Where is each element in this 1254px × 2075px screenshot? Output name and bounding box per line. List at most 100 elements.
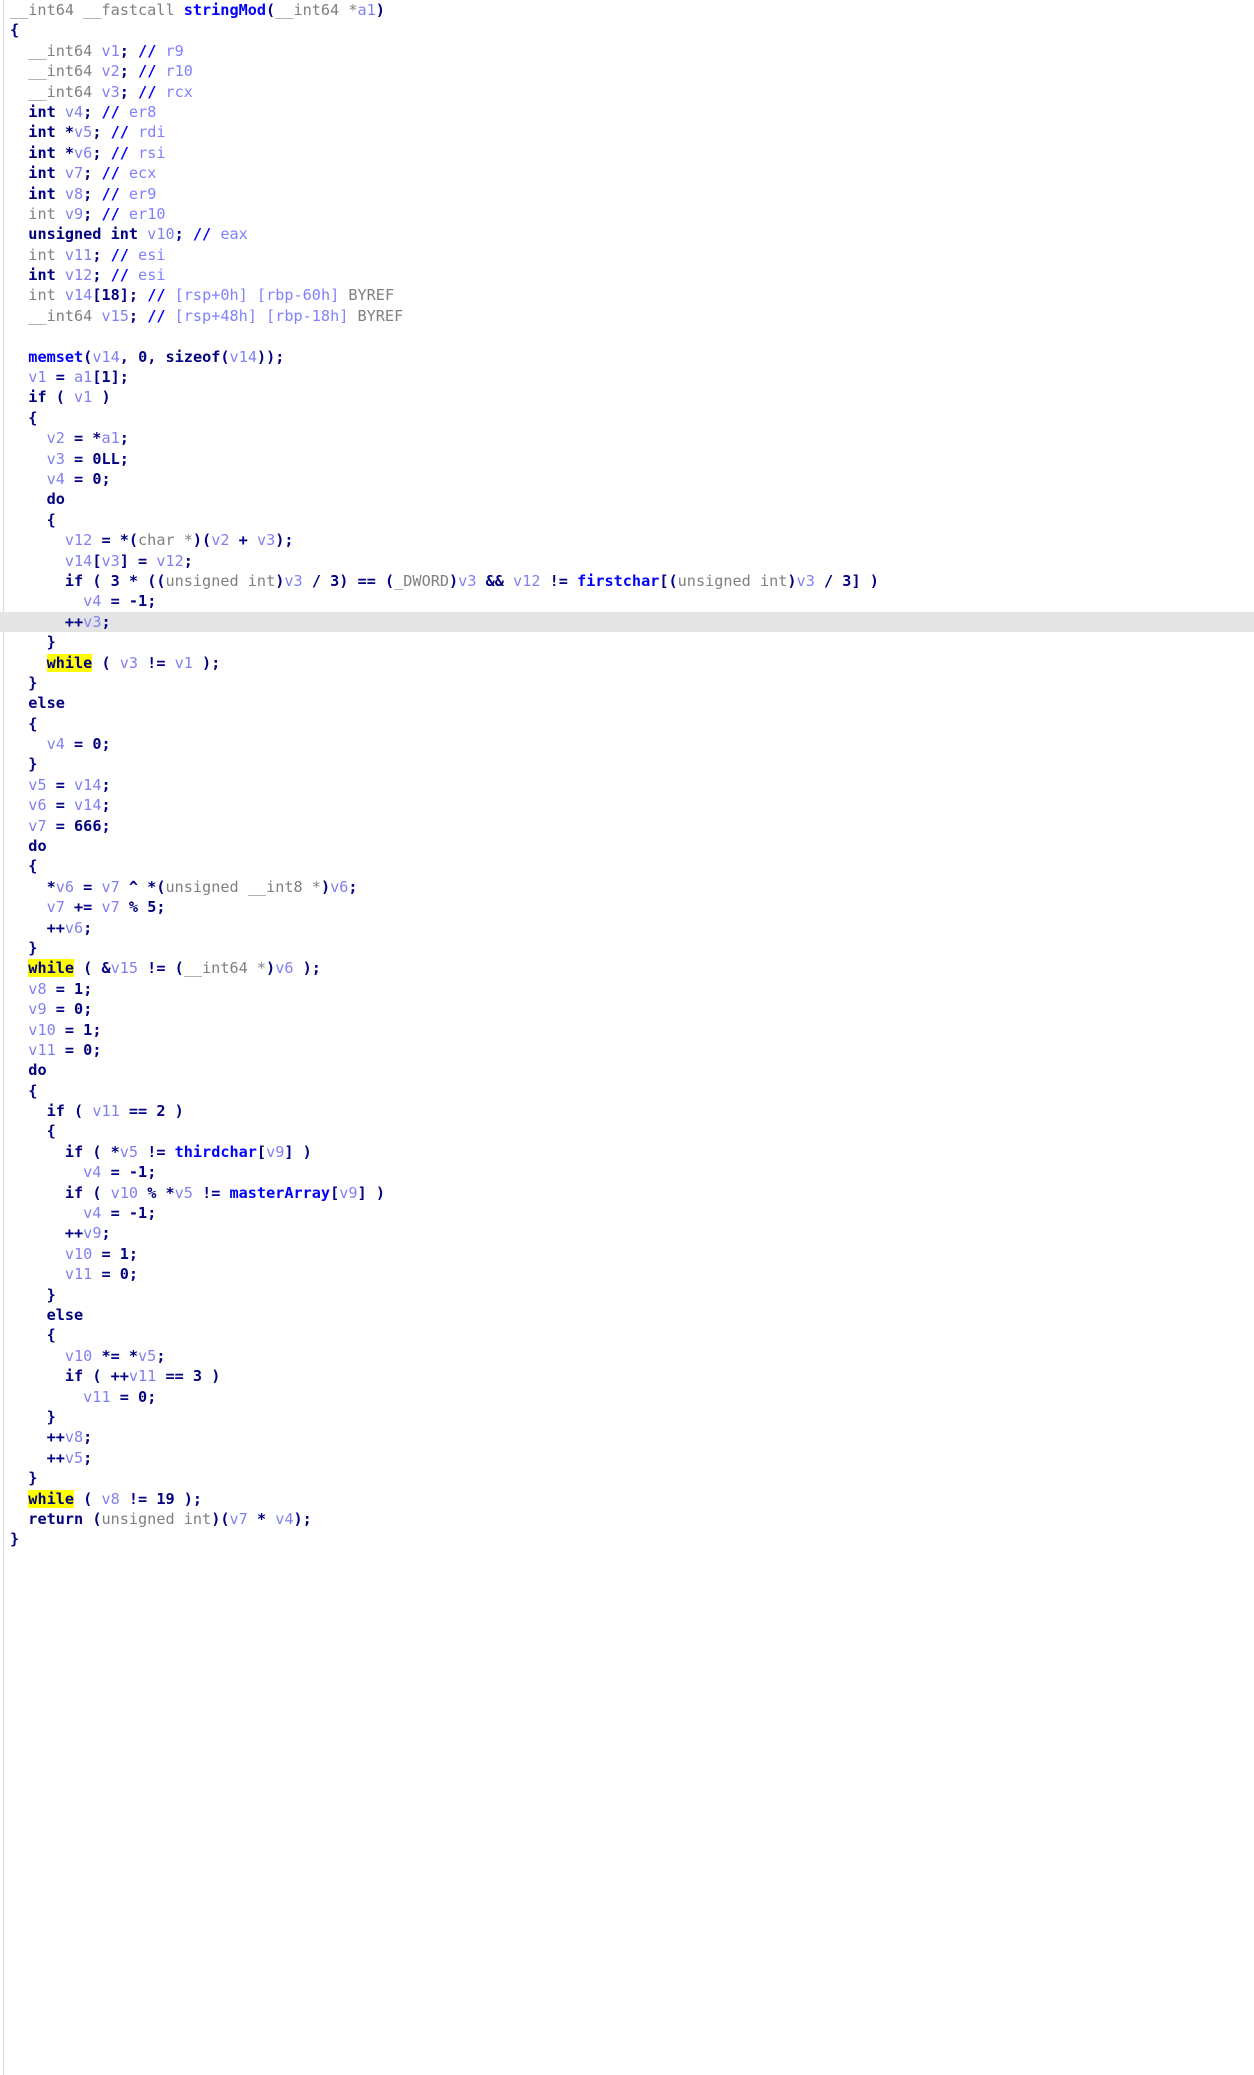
token-var[interactable]: v1 [175,654,193,672]
token-var[interactable]: v10 [65,1245,92,1263]
code-line[interactable]: v3 = 0LL; [0,449,1254,469]
code-line[interactable]: if ( *v5 != thirdchar[v9] ) [0,1142,1254,1162]
token-var[interactable]: v6 [28,796,46,814]
token-var[interactable]: v10 [111,1184,138,1202]
token-var[interactable]: v6 [74,144,92,162]
code-line[interactable]: v11 = 0; [0,1387,1254,1407]
code-line[interactable]: { [0,510,1254,530]
code-line[interactable]: v8 = 1; [0,979,1254,999]
token-var[interactable]: v14 [74,796,101,814]
code-line[interactable]: v14[v3] = v12; [0,551,1254,571]
code-line[interactable]: while ( v8 != 19 ); [0,1489,1254,1509]
token-var[interactable]: v7 [65,164,83,182]
token-var[interactable]: v9 [65,205,83,223]
code-line[interactable]: if ( v10 % *v5 != masterArray[v9] ) [0,1183,1254,1203]
token-var[interactable]: v3 [101,552,119,570]
token-var[interactable]: v7 [101,898,119,916]
token-var[interactable]: v1 [101,42,119,60]
token-var[interactable]: v15 [111,959,138,977]
code-line[interactable]: v2 = *a1; [0,428,1254,448]
token-var[interactable]: v5 [120,1143,138,1161]
token-var[interactable]: v7 [47,898,65,916]
code-line[interactable]: ++v8; [0,1427,1254,1447]
token-var[interactable]: v5 [138,1347,156,1365]
code-line[interactable]: } [0,673,1254,693]
token-var[interactable]: v3 [284,572,302,590]
code-line[interactable]: v4 = -1; [0,1162,1254,1182]
token-var[interactable]: v9 [28,1000,46,1018]
token-var[interactable]: v3 [47,450,65,468]
code-line[interactable]: } [0,1468,1254,1488]
code-line[interactable]: { [0,408,1254,428]
code-line[interactable]: { [0,20,1254,40]
token-var[interactable]: v4 [65,103,83,121]
code-line[interactable]: int v12; // esi [0,265,1254,285]
token-var[interactable]: v12 [156,552,183,570]
code-line[interactable]: return (unsigned int)(v7 * v4); [0,1509,1254,1529]
code-line[interactable]: v12 = *(char *)(v2 + v3); [0,530,1254,550]
token-var[interactable]: v3 [797,572,815,590]
code-line[interactable]: } [0,1529,1254,1549]
code-line[interactable]: } [0,632,1254,652]
token-fn[interactable]: stringMod [184,1,266,19]
token-var[interactable]: v4 [83,1163,101,1181]
pseudocode-view[interactable]: __int64 __fastcall stringMod(__int64 *a1… [0,0,1254,2075]
token-var[interactable]: v8 [65,185,83,203]
code-line[interactable]: v7 = 666; [0,816,1254,836]
token-var[interactable]: v3 [458,572,476,590]
token-var[interactable]: v10 [65,1347,92,1365]
code-line[interactable]: do [0,489,1254,509]
code-line[interactable]: __int64 __fastcall stringMod(__int64 *a1… [0,0,1254,20]
code-line[interactable]: int v7; // ecx [0,163,1254,183]
code-line[interactable]: v1 = a1[1]; [0,367,1254,387]
token-var[interactable]: v11 [65,246,92,264]
code-line[interactable]: ++v5; [0,1448,1254,1468]
code-line[interactable]: } [0,754,1254,774]
token-var[interactable]: v12 [65,266,92,284]
token-var[interactable]: v6 [56,878,74,896]
token-var[interactable]: v6 [275,959,293,977]
code-line[interactable]: if ( ++v11 == 3 ) [0,1366,1254,1386]
token-var[interactable]: v1 [74,388,92,406]
token-var[interactable]: v4 [275,1510,293,1528]
token-var[interactable]: v6 [330,878,348,896]
code-line[interactable]: ++v3; [0,611,1254,633]
code-line[interactable]: { [0,856,1254,876]
token-arg[interactable]: a1 [357,1,375,19]
token-var[interactable]: v15 [101,307,128,325]
code-line[interactable]: do [0,836,1254,856]
code-line[interactable]: ++v9; [0,1223,1254,1243]
token-var[interactable]: v10 [28,1021,55,1039]
code-line[interactable]: *v6 = v7 ^ *(unsigned __int8 *)v6; [0,877,1254,897]
token-var[interactable]: v5 [74,123,92,141]
token-var[interactable]: v4 [47,735,65,753]
code-line[interactable]: v4 = -1; [0,591,1254,611]
code-line[interactable]: __int64 v1; // r9 [0,41,1254,61]
code-line[interactable]: } [0,938,1254,958]
code-line[interactable]: if ( v1 ) [0,387,1254,407]
code-line[interactable]: memset(v14, 0, sizeof(v14)); [0,347,1254,367]
token-var[interactable]: v3 [83,613,101,631]
token-var[interactable]: v6 [65,919,83,937]
code-line[interactable]: do [0,1060,1254,1080]
token-var[interactable]: v11 [129,1367,156,1385]
code-line[interactable]: v4 = -1; [0,1203,1254,1223]
token-var[interactable]: v11 [65,1265,92,1283]
code-line[interactable]: int v8; // er9 [0,184,1254,204]
token-var[interactable]: v11 [92,1102,119,1120]
code-line[interactable]: v10 = 1; [0,1020,1254,1040]
token-var[interactable]: v12 [65,531,92,549]
token-var[interactable]: v2 [101,62,119,80]
token-var[interactable]: v14 [92,348,119,366]
token-var[interactable]: v7 [101,878,119,896]
code-line[interactable]: v7 += v7 % 5; [0,897,1254,917]
code-line[interactable]: if ( v11 == 2 ) [0,1101,1254,1121]
token-var[interactable]: v4 [47,470,65,488]
code-line[interactable]: int *v6; // rsi [0,143,1254,163]
code-line[interactable]: if ( 3 * ((unsigned int)v3 / 3) == (_DWO… [0,571,1254,591]
code-line[interactable]: while ( v3 != v1 ); [0,653,1254,673]
code-line[interactable]: while ( &v15 != (__int64 *)v6 ); [0,958,1254,978]
code-line[interactable]: } [0,1407,1254,1427]
code-line[interactable]: __int64 v3; // rcx [0,82,1254,102]
token-var[interactable]: v5 [65,1449,83,1467]
